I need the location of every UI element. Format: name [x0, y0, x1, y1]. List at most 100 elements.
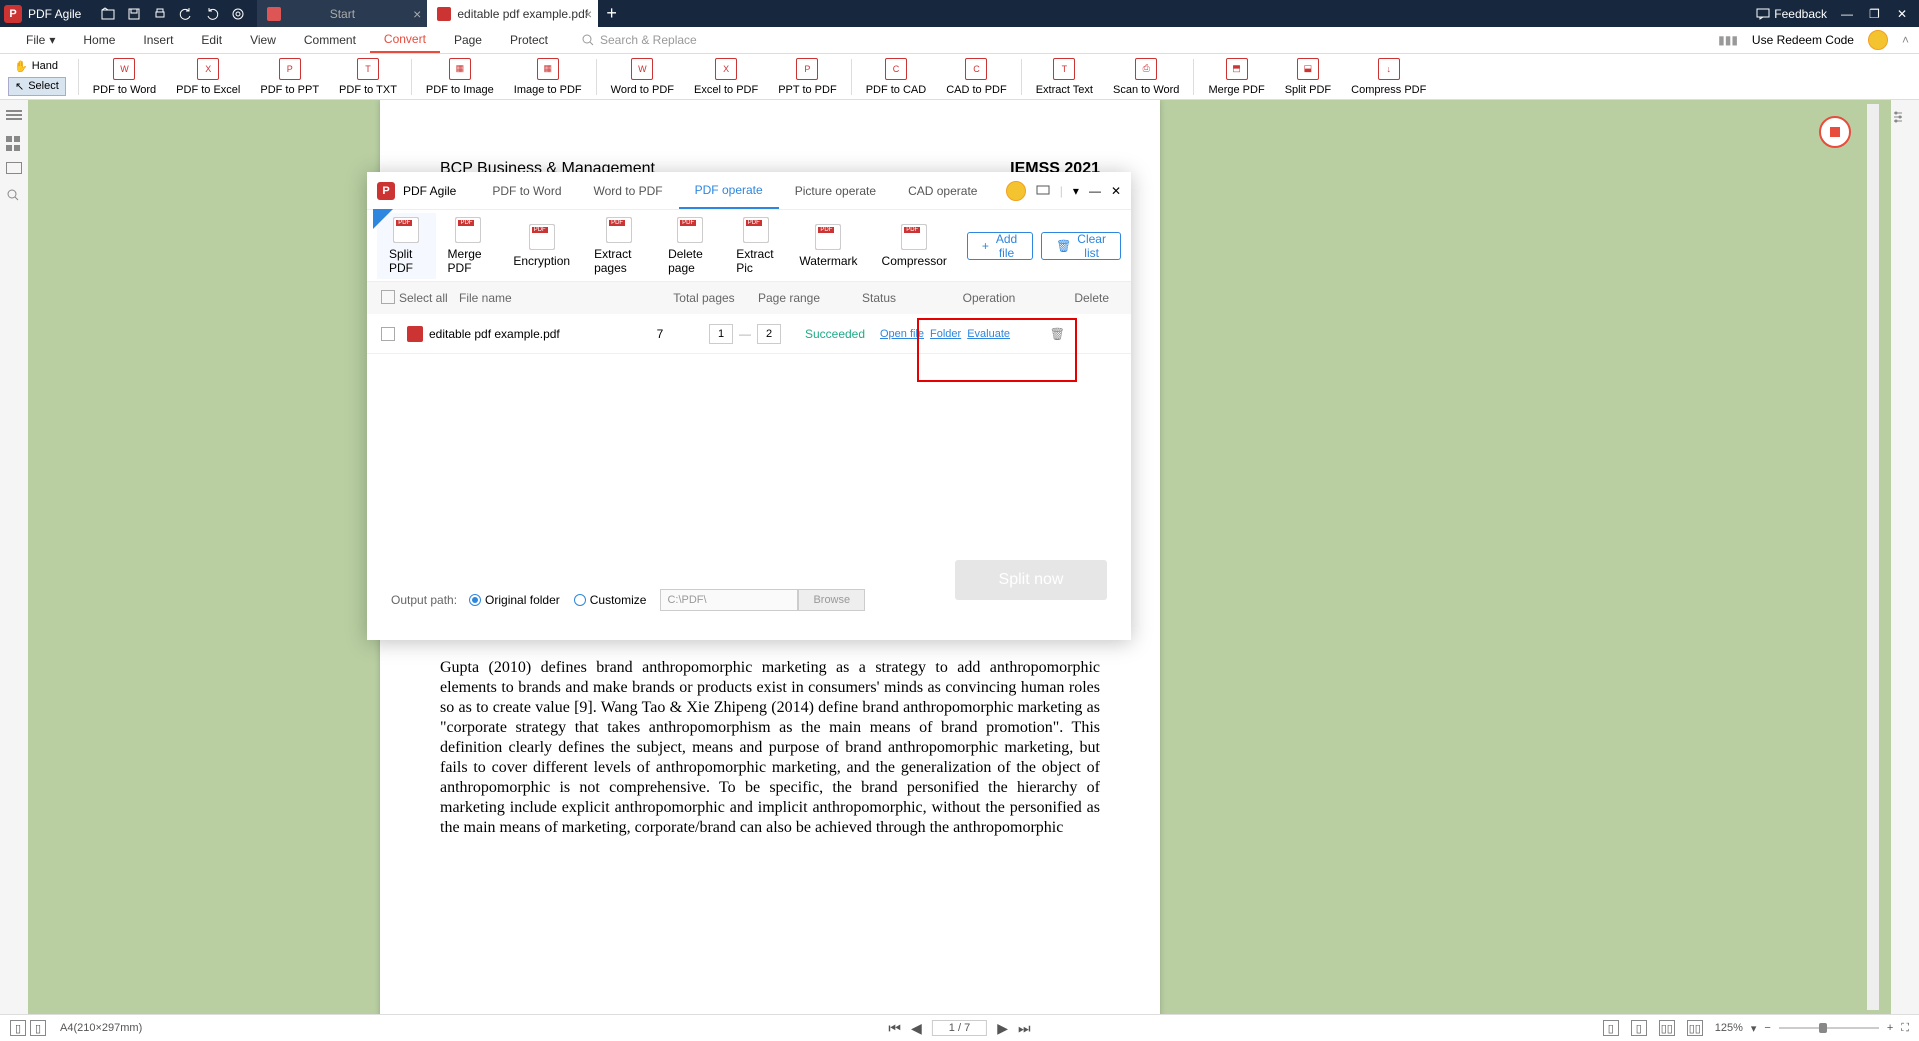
evaluate-link[interactable]: Evaluate: [967, 328, 1010, 340]
scan-to-word-button[interactable]: ⎙Scan to Word: [1103, 58, 1189, 96]
last-page-icon[interactable]: ⏭: [1018, 1020, 1031, 1037]
dialog-tab-pdf-to-word[interactable]: PDF to Word: [476, 172, 577, 209]
open-icon[interactable]: [101, 7, 115, 21]
pdf-to-image-button[interactable]: ▦PDF to Image: [416, 58, 504, 96]
thumbnails-icon[interactable]: [6, 136, 22, 152]
page-range-to-input[interactable]: [757, 324, 781, 344]
close-icon[interactable]: ×: [584, 6, 592, 22]
search-replace[interactable]: Search & Replace: [582, 33, 697, 47]
save-icon[interactable]: [127, 7, 141, 21]
vertical-scrollbar[interactable]: [1867, 104, 1879, 1010]
open-file-link[interactable]: Open file: [880, 328, 924, 340]
pdf-to-ppt-button[interactable]: PPDF to PPT: [250, 58, 329, 96]
single-page-icon[interactable]: ▯: [1603, 1020, 1619, 1036]
dialog-tab-pdf-operate[interactable]: PDF operate: [679, 172, 779, 209]
settings-icon[interactable]: [231, 7, 245, 21]
menu-page[interactable]: Page: [440, 27, 496, 53]
row-checkbox[interactable]: [381, 327, 395, 341]
merge-pdf-button[interactable]: ⬒Merge PDF: [1198, 58, 1274, 96]
tab-document[interactable]: editable pdf example.pdf ×: [427, 0, 598, 27]
tool-extract-pic[interactable]: Extract Pic: [724, 213, 787, 279]
fullscreen-icon[interactable]: ⛶: [1901, 1022, 1909, 1035]
chat-icon[interactable]: [1036, 185, 1050, 197]
hand-tool[interactable]: ✋Hand: [8, 58, 66, 75]
output-path-input[interactable]: [660, 589, 798, 611]
dialog-tab-cad-operate[interactable]: CAD operate: [892, 172, 993, 209]
menu-convert[interactable]: Convert: [370, 27, 440, 53]
split-pdf-button[interactable]: ⬓Split PDF: [1275, 58, 1341, 96]
dialog-tab-word-to-pdf[interactable]: Word to PDF: [578, 172, 679, 209]
continuous-page-icon[interactable]: ▯: [1631, 1020, 1647, 1036]
tool-delete-page[interactable]: Delete page: [656, 213, 724, 279]
ppt-to-pdf-button[interactable]: PPPT to PDF: [768, 58, 846, 96]
menu-home[interactable]: Home: [69, 27, 129, 53]
tool-compressor[interactable]: Compressor: [870, 220, 959, 272]
maximize-icon[interactable]: ❐: [1869, 7, 1883, 21]
menu-file[interactable]: File▾: [12, 27, 69, 53]
two-page-continuous-icon[interactable]: ▯▯: [1687, 1020, 1703, 1036]
tool-extract-pages[interactable]: Extract pages: [582, 213, 656, 279]
undo-icon[interactable]: [179, 7, 193, 21]
zoom-slider-thumb[interactable]: [1819, 1023, 1827, 1033]
menu-view[interactable]: View: [236, 27, 290, 53]
add-tab-button[interactable]: +: [598, 3, 625, 24]
zoom-out-icon[interactable]: −: [1764, 1022, 1770, 1034]
menu-edit[interactable]: Edit: [187, 27, 236, 53]
prev-page-icon[interactable]: ◀: [911, 1020, 922, 1037]
extract-text-button[interactable]: TExtract Text: [1026, 58, 1103, 96]
tool-merge-pdf[interactable]: Merge PDF: [436, 213, 502, 279]
image-to-pdf-button[interactable]: ▦Image to PDF: [504, 58, 592, 96]
collapse-ribbon-icon[interactable]: ˄: [1902, 33, 1909, 47]
close-window-icon[interactable]: ✕: [1897, 7, 1911, 21]
radio-original-folder[interactable]: Original folder: [469, 593, 560, 607]
annotations-icon[interactable]: [6, 162, 22, 178]
split-now-button[interactable]: Split now: [955, 560, 1107, 600]
clear-list-button[interactable]: 🗑Clear list: [1041, 232, 1121, 260]
first-page-icon[interactable]: ⏮: [888, 1020, 901, 1037]
tool-watermark[interactable]: Watermark: [787, 220, 869, 272]
open-folder-link[interactable]: Folder: [930, 328, 961, 340]
browse-button[interactable]: Browse: [798, 589, 865, 611]
feedback-button[interactable]: Feedback: [1756, 7, 1827, 21]
select-tool[interactable]: ↖Select: [8, 77, 66, 96]
zoom-in-icon[interactable]: +: [1887, 1022, 1893, 1034]
pdf-to-excel-button[interactable]: XPDF to Excel: [166, 58, 250, 96]
properties-icon[interactable]: [1891, 110, 1919, 124]
page-view-alt-icon[interactable]: ▯: [30, 1020, 46, 1036]
select-all-checkbox[interactable]: [381, 290, 395, 304]
dialog-minimize-icon[interactable]: —: [1089, 184, 1101, 198]
tab-start[interactable]: Start ×: [257, 0, 427, 27]
page-view-icon[interactable]: ▯: [10, 1020, 26, 1036]
dialog-avatar-icon[interactable]: [1006, 181, 1026, 201]
word-to-pdf-button[interactable]: WWord to PDF: [601, 58, 684, 96]
outline-icon[interactable]: [6, 110, 22, 126]
dialog-menu-icon[interactable]: ▾: [1073, 184, 1079, 198]
minimize-icon[interactable]: —: [1841, 7, 1855, 21]
delete-row-button[interactable]: 🗑: [1015, 327, 1065, 341]
excel-to-pdf-button[interactable]: XExcel to PDF: [684, 58, 768, 96]
cad-to-pdf-button[interactable]: CCAD to PDF: [936, 58, 1017, 96]
next-page-icon[interactable]: ▶: [997, 1020, 1008, 1037]
dialog-tab-picture-operate[interactable]: Picture operate: [779, 172, 892, 209]
pdf-to-txt-button[interactable]: TPDF to TXT: [329, 58, 407, 96]
floating-action-button[interactable]: [1819, 116, 1851, 148]
radio-customize[interactable]: Customize: [574, 593, 647, 607]
redeem-code-link[interactable]: Use Redeem Code: [1752, 33, 1854, 47]
close-icon[interactable]: ×: [413, 6, 421, 22]
tool-encryption[interactable]: Encryption: [501, 220, 582, 272]
redo-icon[interactable]: [205, 7, 219, 21]
zoom-slider[interactable]: [1779, 1027, 1879, 1029]
print-icon[interactable]: [153, 7, 167, 21]
add-file-button[interactable]: +Add file: [967, 232, 1033, 260]
search-panel-icon[interactable]: [6, 188, 22, 204]
menu-comment[interactable]: Comment: [290, 27, 370, 53]
zoom-dropdown-icon[interactable]: ▾: [1751, 1022, 1757, 1035]
menu-protect[interactable]: Protect: [496, 27, 562, 53]
menu-insert[interactable]: Insert: [129, 27, 187, 53]
tool-split-pdf[interactable]: Split PDF: [377, 213, 436, 279]
page-range-from-input[interactable]: [709, 324, 733, 344]
compress-pdf-button[interactable]: ↓Compress PDF: [1341, 58, 1436, 96]
pdf-to-word-button[interactable]: WPDF to Word: [83, 58, 166, 96]
user-avatar-icon[interactable]: [1868, 30, 1888, 50]
pdf-to-cad-button[interactable]: CPDF to CAD: [856, 58, 937, 96]
